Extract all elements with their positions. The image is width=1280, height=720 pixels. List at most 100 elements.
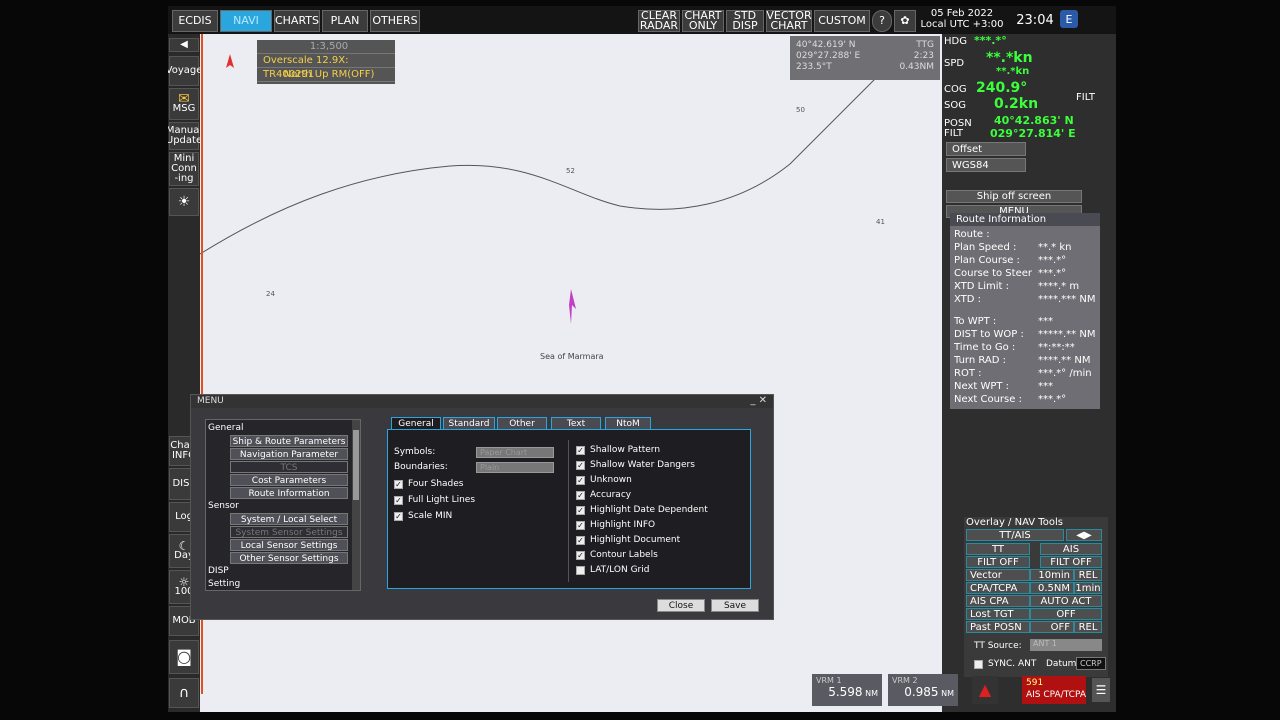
- ais-filt-off-button[interactable]: FILT OFF: [1040, 556, 1102, 568]
- setting-checkbox-row[interactable]: ✓ Four Shades: [394, 478, 464, 490]
- scrollbar-thumb[interactable]: [353, 430, 359, 500]
- vrm2-box[interactable]: VRM 2 0.985 NM: [888, 674, 958, 706]
- datum-button[interactable]: WGS84: [946, 158, 1026, 172]
- sog-value: 0.2kn: [994, 96, 1039, 112]
- alert-warning-icon[interactable]: ▲: [972, 676, 998, 704]
- setting-checkbox-row[interactable]: ✓ Accuracy: [576, 489, 631, 501]
- checkbox[interactable]: ✓: [576, 550, 585, 560]
- std-disp-button[interactable]: STD DISP: [726, 10, 764, 32]
- menu-tree-item[interactable]: Ship & Route Parameters: [230, 435, 348, 447]
- mini-conning-button[interactable]: Mini Conn -ing: [169, 152, 199, 186]
- past-posn-mode[interactable]: REL: [1074, 621, 1102, 633]
- scale-info-box[interactable]: 1:3,500 Overscale 12.9X: TR400291 North …: [257, 40, 395, 84]
- save-button[interactable]: Save: [711, 599, 759, 612]
- menu-tree-item[interactable]: Other Sensor Settings: [230, 552, 348, 564]
- route-info-title[interactable]: Route Information: [950, 213, 1100, 226]
- checkbox[interactable]: ✓: [576, 520, 585, 530]
- alert-list-icon[interactable]: ☰: [1092, 678, 1110, 702]
- menu-tree-item[interactable]: Cost Parameters: [230, 474, 348, 486]
- alert-box[interactable]: 591 AIS CPA/TCPA: [1022, 676, 1086, 704]
- headset-icon[interactable]: ∩: [169, 678, 199, 708]
- setting-checkbox-row[interactable]: ✓ Full Light Lines: [394, 494, 475, 506]
- setting-checkbox-row[interactable]: ✓ Unknown: [576, 474, 632, 486]
- weather-icon[interactable]: ☀: [169, 188, 199, 216]
- ship-off-screen-button[interactable]: Ship off screen: [946, 190, 1082, 203]
- msg-button[interactable]: ✉ MSG: [169, 88, 199, 120]
- vector-mode[interactable]: REL: [1074, 569, 1102, 581]
- tt-source-select[interactable]: ANT 1: [1030, 639, 1102, 651]
- collapse-arrow-icon[interactable]: ◀: [169, 38, 199, 52]
- menu-title[interactable]: MENU: [191, 395, 773, 408]
- nav-arrows-icon[interactable]: ◀▶: [1066, 529, 1102, 541]
- checkbox[interactable]: ✓: [394, 479, 403, 489]
- checkbox[interactable]: ✓: [576, 460, 585, 470]
- custom-button[interactable]: CUSTOM: [814, 10, 870, 32]
- offset-button[interactable]: Offset: [946, 142, 1026, 156]
- datum-value[interactable]: CCRP: [1076, 657, 1106, 670]
- checkbox[interactable]: ✓: [576, 535, 585, 545]
- tt-ais-tab[interactable]: TT/AIS: [966, 529, 1064, 541]
- setting-checkbox-row[interactable]: ✓ Shallow Pattern: [576, 444, 660, 456]
- vrm1-box[interactable]: VRM 1 5.598 NM: [812, 674, 882, 706]
- route-info-row: Plan Speed : **.* kn: [954, 242, 1096, 253]
- checkbox[interactable]: ✓: [394, 495, 403, 505]
- scale-text[interactable]: 1:3,500: [257, 40, 395, 54]
- cpa-value[interactable]: 0.5NM: [1030, 582, 1074, 594]
- menu-tree-item[interactable]: System / Local Select: [230, 513, 348, 525]
- tcpa-value[interactable]: 1min: [1074, 582, 1102, 594]
- tab-navi[interactable]: NAVI: [220, 10, 272, 32]
- boundaries-select[interactable]: Plain: [476, 462, 554, 473]
- route-info-value: *****.** NM: [1038, 329, 1096, 340]
- checkbox[interactable]: ✓: [576, 505, 585, 515]
- settings-icon[interactable]: ✿: [894, 10, 916, 32]
- camera-icon[interactable]: ◙: [169, 640, 199, 674]
- tt-filt-off-button[interactable]: FILT OFF: [966, 556, 1030, 568]
- help-icon[interactable]: ?: [872, 10, 892, 32]
- symbols-select[interactable]: Paper Chart: [476, 447, 554, 458]
- cursor-bearing: 233.5°T: [796, 62, 832, 72]
- setting-checkbox-row[interactable]: ✓ Highlight Document: [576, 534, 680, 546]
- close-icon[interactable]: _ ✕: [750, 395, 767, 406]
- tab-plan[interactable]: PLAN: [322, 10, 368, 32]
- date-time-display: 05 Feb 2022 Local UTC +3:00: [920, 8, 1004, 32]
- checkbox[interactable]: ✓: [576, 445, 585, 455]
- voyage-button[interactable]: Voyage: [168, 56, 202, 86]
- menu-tree-item[interactable]: Route Information: [230, 487, 348, 499]
- checkbox[interactable]: ✓: [576, 490, 585, 500]
- close-button[interactable]: Close: [657, 599, 705, 612]
- checkbox[interactable]: ✓: [394, 511, 403, 521]
- tab-others[interactable]: OTHERS: [370, 10, 420, 32]
- setting-checkbox-row[interactable]: ✓ Scale MIN: [394, 510, 452, 522]
- menu-tree-item[interactable]: Setting: [208, 578, 240, 590]
- menu-tree-item[interactable]: DISP: [208, 565, 229, 577]
- tab-ecdis[interactable]: ECDIS: [172, 10, 218, 32]
- status-e-icon[interactable]: E: [1060, 10, 1078, 28]
- tree-scrollbar[interactable]: [352, 420, 360, 590]
- menu-tree-item[interactable]: Sensor: [208, 500, 239, 512]
- ecdis-screen: ECDIS NAVI CHARTS PLAN OTHERS CLEAR RADA…: [168, 6, 1116, 712]
- checkbox[interactable]: ✓: [576, 475, 585, 485]
- vector-value[interactable]: 10min: [1030, 569, 1074, 581]
- overlay-title[interactable]: Overlay / NAV Tools: [966, 517, 1063, 528]
- depth-label: 50: [796, 106, 805, 114]
- setting-checkbox-row[interactable]: ✓ Contour Labels: [576, 549, 658, 561]
- setting-checkbox-row[interactable]: ✓ Highlight Date Dependent: [576, 504, 708, 516]
- manual-update-button[interactable]: Manual Update: [168, 122, 202, 150]
- ais-cpa-value[interactable]: AUTO ACT ALL: [1030, 595, 1102, 619]
- sync-ant-checkbox[interactable]: SYNC. ANT: [974, 659, 1036, 669]
- setting-checkbox-row[interactable]: LAT/LON Grid: [576, 564, 649, 576]
- checkbox[interactable]: [576, 565, 585, 575]
- menu-tree-item[interactable]: General: [208, 422, 243, 434]
- menu-tree-item[interactable]: Local Sensor Settings: [230, 539, 348, 551]
- past-posn-value[interactable]: OFF: [1030, 621, 1074, 633]
- vector-chart-button[interactable]: VECTOR CHART: [766, 10, 812, 32]
- lost-tgt-value[interactable]: OFF: [1030, 608, 1102, 620]
- tab-charts[interactable]: CHARTS: [274, 10, 320, 32]
- setting-checkbox-row[interactable]: ✓ Highlight INFO: [576, 519, 655, 531]
- chart-only-button[interactable]: CHART ONLY: [682, 10, 724, 32]
- sync-ant-box[interactable]: [974, 659, 983, 669]
- setting-checkbox-row[interactable]: ✓ Shallow Water Dangers: [576, 459, 695, 471]
- menu-tree-item[interactable]: Navigation Parameter: [230, 448, 348, 460]
- clear-radar-button[interactable]: CLEAR RADAR: [638, 10, 680, 32]
- cursor-lat: 40°42.619' N: [796, 40, 856, 50]
